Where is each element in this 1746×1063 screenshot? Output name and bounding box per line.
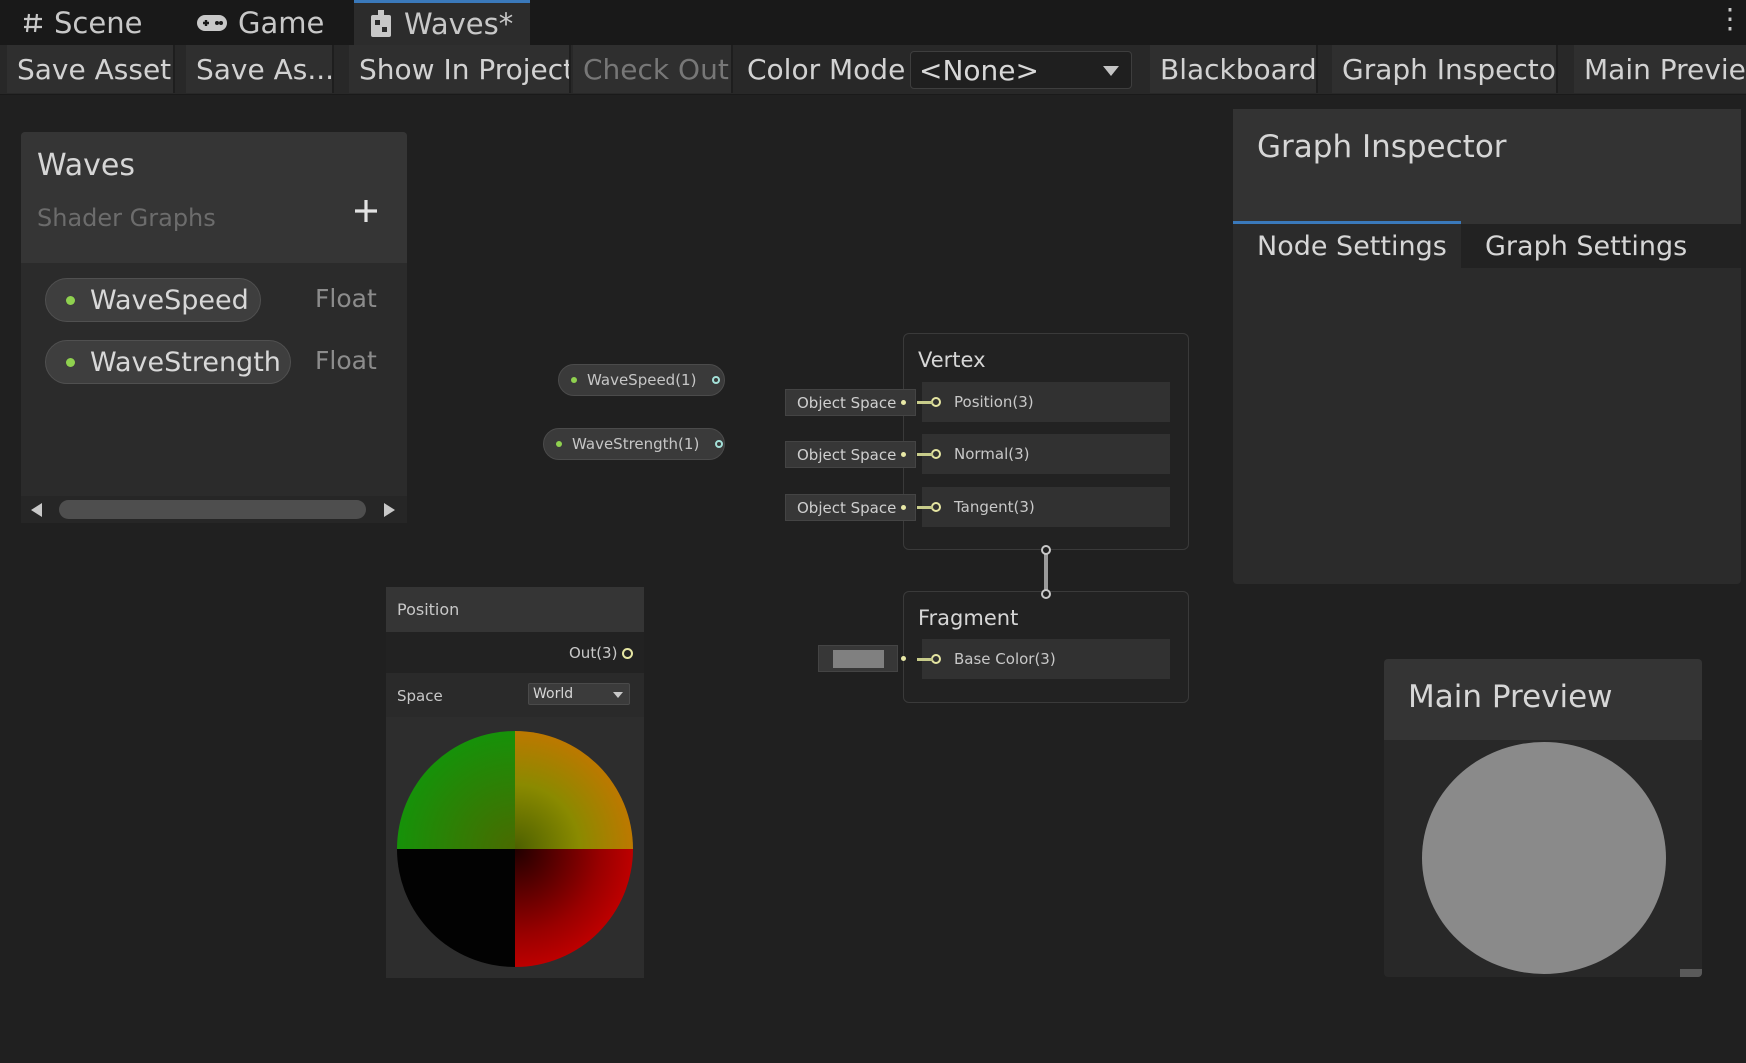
position-preview-sphere [397, 731, 633, 967]
float-port-dot [571, 377, 577, 383]
preview-sphere[interactable] [1422, 742, 1666, 974]
float-port-dot [66, 296, 75, 305]
wavestrength-property-node[interactable]: WaveStrength(1) [543, 428, 725, 460]
scrollbar-thumb[interactable] [59, 500, 366, 519]
blackboard-toggle-button[interactable]: Blackboard [1150, 45, 1318, 93]
space-dropdown[interactable]: World [528, 683, 630, 705]
vertex-slot-normal[interactable]: Normal(3) [922, 434, 1170, 474]
kebab-menu-icon[interactable]: ⋮ [1716, 5, 1744, 36]
position-output-row: Out(3) [386, 632, 644, 673]
main-preview-title: Main Preview [1408, 679, 1613, 715]
main-preview-toggle-button[interactable]: Main Preview [1574, 45, 1746, 93]
add-property-button[interactable] [351, 196, 381, 226]
property-name: WaveStrength [90, 346, 281, 378]
tangent-space-default[interactable]: Object Space [785, 494, 916, 521]
property-type: Float [315, 346, 377, 375]
color-mode-dropdown[interactable]: <None> [910, 51, 1132, 89]
resize-handle[interactable] [1680, 969, 1702, 977]
property-name: WaveSpeed [90, 284, 249, 316]
space-row: Space World [386, 673, 644, 717]
vertex-title: Vertex [918, 348, 986, 372]
shader-graph-icon [368, 9, 394, 39]
slot-label: Normal(3) [954, 445, 1030, 463]
gamepad-icon [196, 12, 228, 34]
fragment-slot-base-color[interactable]: Base Color(3) [922, 639, 1170, 679]
hash-icon [22, 12, 44, 34]
normal-space-default[interactable]: Object Space [785, 441, 916, 468]
inspector-title: Graph Inspector [1257, 129, 1507, 165]
tab-game-label: Game [238, 5, 325, 40]
graph-toolbar: Save Asset Save As... Show In Project Ch… [0, 45, 1746, 95]
chevron-down-icon [613, 692, 623, 698]
wire-dot [901, 400, 906, 405]
tab-scene[interactable]: Scene [0, 0, 162, 45]
wire [917, 506, 933, 509]
float-port-dot [556, 441, 562, 447]
tab-graph-settings[interactable]: Graph Settings [1461, 224, 1741, 268]
output-port[interactable] [622, 648, 633, 659]
tab-waves[interactable]: Waves* [354, 0, 530, 45]
main-preview-panel: Main Preview [1384, 659, 1702, 977]
slot-label: Tangent(3) [954, 498, 1035, 516]
show-in-project-button[interactable]: Show In Project [349, 45, 571, 93]
color-mode-label: Color Mode [747, 52, 906, 86]
wavestrength-node-label: WaveStrength(1) [572, 435, 700, 453]
base-color-default[interactable] [818, 645, 898, 672]
output-port[interactable] [712, 376, 721, 384]
wire-dot [901, 452, 906, 457]
base-color-swatch[interactable] [833, 650, 884, 668]
vertex-slot-tangent[interactable]: Tangent(3) [922, 487, 1170, 527]
blackboard-panel: Waves Shader Graphs WaveSpeed Float Wave… [21, 132, 407, 523]
property-type: Float [315, 284, 377, 313]
property-pill-wavespeed[interactable]: WaveSpeed [45, 278, 261, 322]
blackboard-subtitle: Shader Graphs [37, 204, 216, 232]
graph-inspector-toggle-button[interactable]: Graph Inspector [1332, 45, 1558, 93]
wavespeed-node-label: WaveSpeed(1) [587, 371, 697, 389]
blackboard-header: Waves Shader Graphs [21, 132, 407, 263]
wire [917, 401, 933, 404]
tab-game[interactable]: Game [174, 0, 342, 45]
wire [917, 453, 933, 456]
scroll-left-icon[interactable] [31, 503, 43, 517]
graph-inspector-panel: Graph Inspector Node Settings Graph Sett… [1233, 109, 1741, 584]
output-port[interactable] [715, 440, 724, 448]
tab-waves-label: Waves* [404, 7, 514, 41]
space-value: World [533, 686, 574, 702]
position-output-label: Out(3) [569, 644, 618, 662]
position-node-title: Position [397, 600, 460, 619]
window-tab-bar: Scene Game Waves* ⋮ [0, 0, 1746, 45]
inspector-header: Graph Inspector [1233, 109, 1741, 224]
main-preview-header: Main Preview [1384, 659, 1702, 740]
stack-flow-connector [1041, 545, 1051, 599]
chevron-down-icon [1103, 66, 1119, 76]
tab-node-settings[interactable]: Node Settings [1233, 224, 1461, 268]
property-pill-wavestrength[interactable]: WaveStrength [45, 340, 291, 384]
color-mode-value: <None> [919, 53, 1039, 87]
wire-dot [901, 505, 906, 510]
check-out-button[interactable]: Check Out [573, 45, 733, 93]
vertex-slot-position[interactable]: Position(3) [922, 382, 1170, 422]
slot-label: Base Color(3) [954, 650, 1056, 668]
float-port-dot [66, 358, 75, 367]
tab-scene-label: Scene [54, 5, 143, 40]
scroll-right-icon[interactable] [383, 503, 395, 517]
blackboard-title: Waves [37, 148, 135, 183]
space-label: Space [397, 687, 443, 705]
fragment-title: Fragment [918, 606, 1019, 630]
wire-dot [901, 656, 906, 661]
blackboard-scrollbar[interactable] [21, 496, 407, 523]
save-as-button[interactable]: Save As... [186, 45, 334, 93]
position-node[interactable]: Position Out(3) Space World [386, 587, 644, 978]
plus-icon [355, 200, 377, 222]
wavespeed-property-node[interactable]: WaveSpeed(1) [558, 364, 725, 396]
position-space-default[interactable]: Object Space [785, 389, 916, 416]
wire [917, 658, 933, 661]
position-node-header: Position [386, 587, 644, 632]
save-asset-button[interactable]: Save Asset [7, 45, 175, 93]
slot-label: Position(3) [954, 393, 1034, 411]
